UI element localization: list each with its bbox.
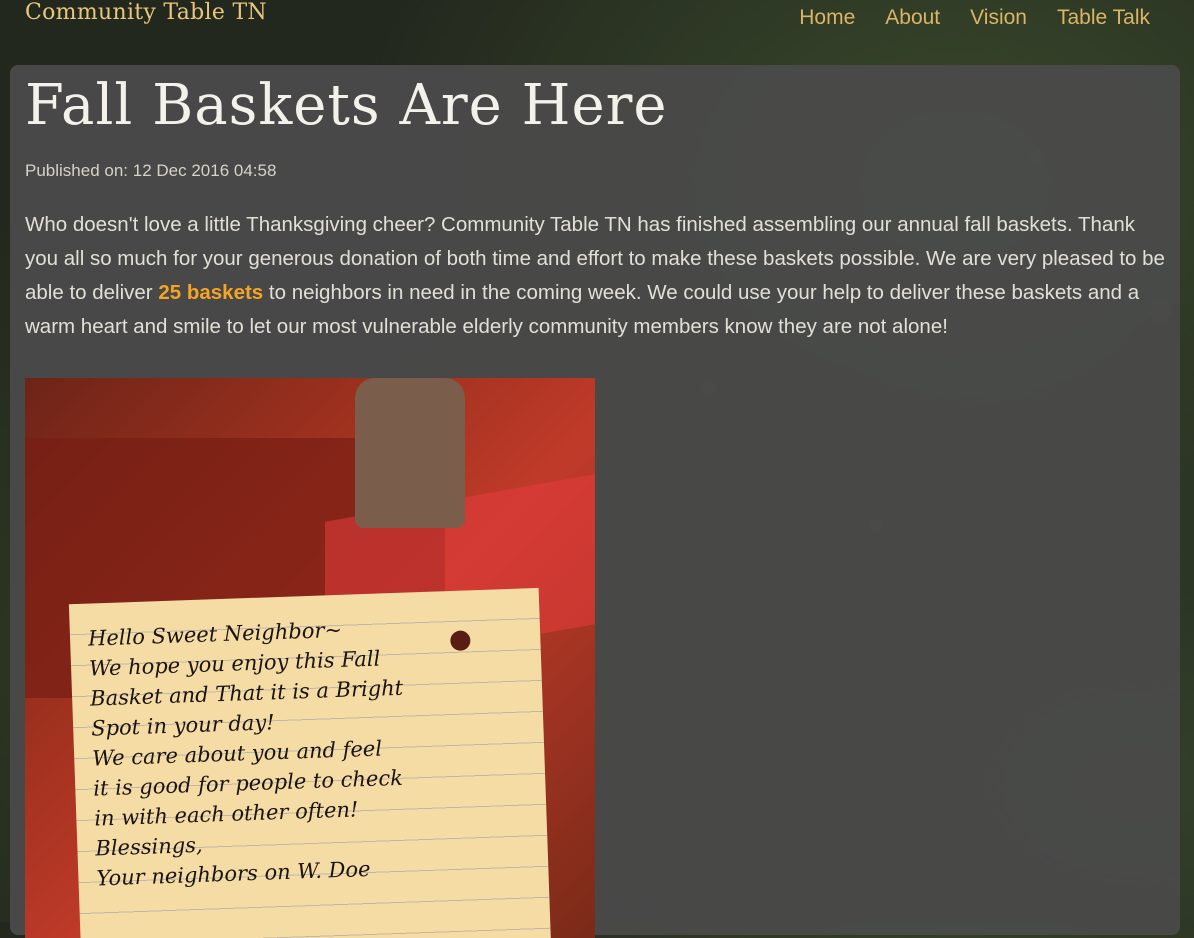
site-brand[interactable]: Community Table TN xyxy=(25,0,267,25)
nav-about-link[interactable]: About xyxy=(885,6,940,30)
nav-vision-link[interactable]: Vision xyxy=(970,6,1027,30)
nav-home-link[interactable]: Home xyxy=(799,6,855,30)
main-nav: Home About Vision Table Talk xyxy=(799,6,1150,30)
handwritten-note-text: Hello Sweet Neighbor~ We hope you enjoy … xyxy=(87,617,404,891)
post-body-highlight: 25 baskets xyxy=(158,281,264,304)
jar-shape xyxy=(355,378,465,528)
post-body: Who doesn't love a little Thanksgiving c… xyxy=(25,208,1165,344)
post-title: Fall Baskets Are Here xyxy=(25,73,668,138)
handwritten-note-card: Hello Sweet Neighbor~ We hope you enjoy … xyxy=(68,587,552,938)
post-panel: Fall Baskets Are Here Published on: 12 D… xyxy=(10,65,1180,938)
post-photo: Hello Sweet Neighbor~ We hope you enjoy … xyxy=(25,378,595,938)
nav-table-talk-link[interactable]: Table Talk xyxy=(1057,6,1150,30)
post-published-date: Published on: 12 Dec 2016 04:58 xyxy=(25,161,277,180)
site-header: Community Table TN Home About Vision Tab… xyxy=(0,0,1194,60)
